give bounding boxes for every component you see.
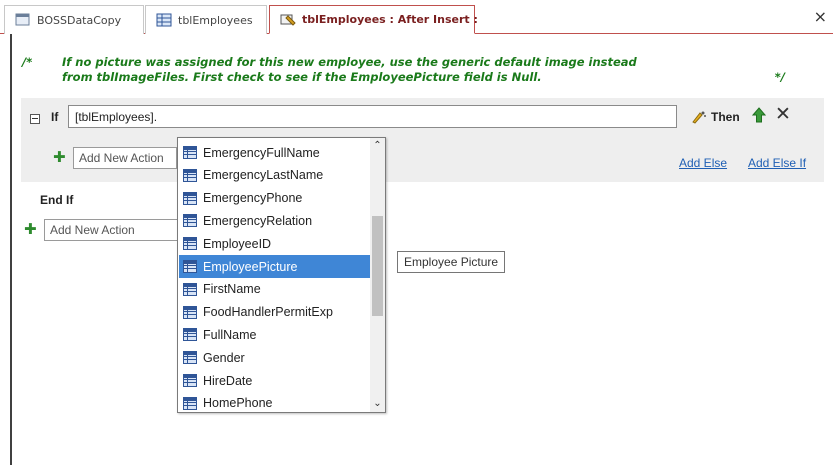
dropdown-scrollbar[interactable]: ⌃ ⌄: [370, 138, 385, 412]
dropdown-item-label: EmergencyRelation: [203, 213, 313, 228]
add-else-if-link[interactable]: Add Else If: [748, 156, 806, 170]
table-field-icon: [183, 237, 197, 251]
field-autocomplete-list[interactable]: EmergencyFullName EmergencyLastName Emerge…: [177, 137, 386, 413]
dropdown-item-label: FirstName: [203, 282, 261, 297]
scroll-up-arrow-icon[interactable]: ⌃: [370, 138, 385, 154]
dropdown-item[interactable]: FirstName: [179, 278, 372, 301]
table-field-icon: [183, 191, 197, 205]
dropdown-item[interactable]: FullName: [179, 323, 372, 346]
if-keyword: If: [51, 110, 59, 124]
add-new-action-combo-outer[interactable]: Add New Action: [44, 219, 178, 241]
dropdown-item[interactable]: EmergencyLastName: [179, 164, 372, 187]
add-new-action-combo[interactable]: Add New Action: [73, 147, 177, 169]
expression-builder-icon[interactable]: [691, 110, 707, 127]
comment-open-marker: /*: [22, 55, 33, 69]
tab-label: tblEmployees : After Insert :: [302, 13, 478, 26]
dropdown-item-label: EmployeeID: [203, 236, 272, 251]
macro-designer-left-border: [10, 34, 12, 465]
dropdown-item[interactable]: FoodHandlerPermitExp: [179, 301, 372, 324]
collapse-block-icon[interactable]: [30, 114, 40, 124]
macro-comment[interactable]: /* If no picture was assigned for this n…: [20, 55, 810, 85]
scrollbar-thumb[interactable]: [372, 216, 383, 316]
dropdown-item-label: EmployeePicture: [203, 259, 298, 274]
dropdown-item[interactable]: EmployeeID: [179, 232, 372, 255]
dropdown-item-label: FullName: [203, 327, 257, 342]
comment-line-2: from tblImageFiles. First check to see i…: [62, 70, 542, 84]
dropdown-item[interactable]: EmployeePicture: [179, 255, 372, 278]
table-field-icon: [183, 214, 197, 228]
add-action-plus-icon[interactable]: ✚: [53, 148, 66, 166]
dropdown-item-label: EmergencyPhone: [203, 191, 303, 206]
table-field-icon: [183, 146, 197, 159]
table-field-icon: [183, 260, 197, 273]
dropdown-item[interactable]: HireDate: [179, 369, 372, 392]
comment-close-marker: */: [774, 70, 785, 84]
tab-label: tblEmployees: [178, 13, 253, 27]
tab-after-insert-macro[interactable]: tblEmployees : After Insert :: [269, 5, 478, 34]
dropdown-item-label: HomePhone: [203, 396, 273, 411]
delete-block-icon[interactable]: ✕: [775, 104, 791, 124]
dropdown-item[interactable]: EmergencyRelation: [179, 209, 372, 232]
add-action-plus-icon[interactable]: ✚: [24, 220, 37, 238]
end-if-keyword: End If: [40, 193, 74, 207]
then-keyword: Then: [711, 110, 740, 124]
move-up-arrow-icon[interactable]: [751, 107, 767, 123]
dropdown-item[interactable]: EmergencyFullName: [179, 141, 372, 164]
close-document-icon[interactable]: ×: [814, 9, 827, 25]
macro-icon: [280, 13, 296, 27]
dropdown-item-label: EmergencyLastName: [203, 168, 324, 183]
table-field-icon: [183, 396, 197, 410]
dropdown-item-label: HireDate: [203, 373, 253, 388]
database-icon: [15, 13, 31, 27]
scroll-down-arrow-icon[interactable]: ⌄: [370, 396, 385, 412]
table-field-icon: [183, 168, 197, 182]
if-condition-input[interactable]: [68, 105, 677, 128]
table-field-icon: [183, 328, 197, 342]
dropdown-item-label: EmergencyFullName: [203, 145, 320, 160]
document-tab-strip: BOSSDataCopy tblEmployees tblEmployees :…: [0, 0, 833, 34]
tab-bossdatacopy[interactable]: BOSSDataCopy: [4, 5, 144, 34]
field-tooltip: Employee Picture: [397, 251, 506, 273]
dropdown-item[interactable]: EmergencyPhone: [179, 187, 372, 210]
dropdown-item[interactable]: HomePhone: [179, 392, 372, 415]
table-field-icon: [183, 351, 197, 365]
add-else-link[interactable]: Add Else: [679, 156, 727, 170]
dropdown-item[interactable]: Gender: [179, 346, 372, 369]
table-field-icon: [183, 374, 197, 387]
comment-line-1: If no picture was assigned for this new …: [62, 55, 637, 69]
tab-label: BOSSDataCopy: [37, 13, 122, 27]
tab-tblemployees[interactable]: tblEmployees: [145, 5, 267, 34]
table-icon: [156, 13, 172, 27]
table-field-icon: [183, 305, 197, 319]
dropdown-item-label: FoodHandlerPermitExp: [203, 305, 333, 320]
dropdown-item-label: Gender: [203, 350, 245, 365]
if-block: If Then ✕ ✚ Add New Action Add Else Add …: [21, 98, 824, 182]
table-field-icon: [183, 282, 197, 296]
